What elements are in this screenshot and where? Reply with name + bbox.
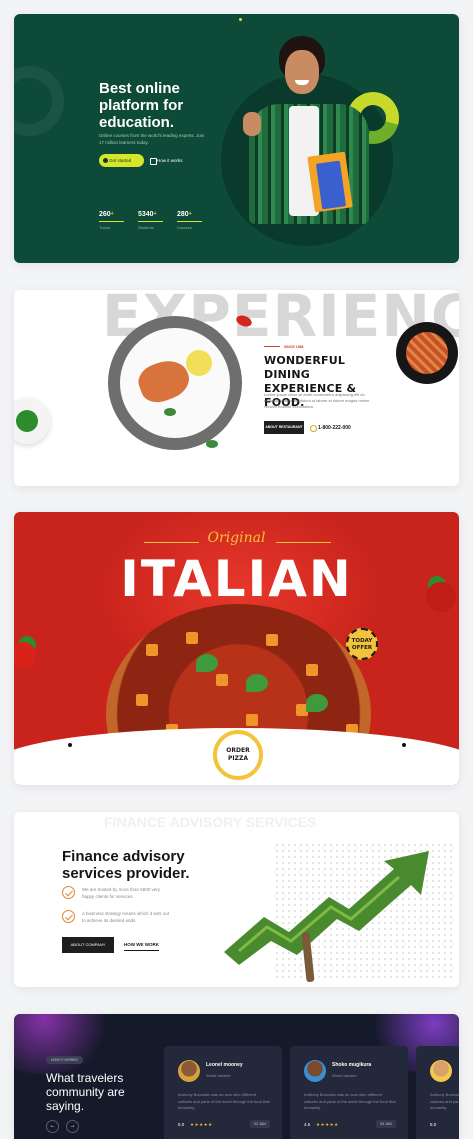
section-pill: HOW IT WORKS bbox=[46, 1056, 83, 1064]
slider-dot[interactable] bbox=[239, 18, 242, 21]
testimonial-card: Shoko mugikura World traveler Anthony Bo… bbox=[290, 1046, 408, 1139]
dining-description: Lorem ipsum dolor sit amet consectetur a… bbox=[264, 392, 370, 409]
finance-hero-card: FINANCE ADVISORY SERVICES Finance adviso… bbox=[14, 812, 459, 987]
check-circle-icon bbox=[62, 886, 75, 899]
next-arrow-button[interactable]: → bbox=[66, 1120, 79, 1133]
slider-dot[interactable] bbox=[402, 743, 406, 747]
education-hero-card: Best online platform for education. Onli… bbox=[14, 14, 459, 263]
get-started-button[interactable]: Get started bbox=[99, 154, 144, 167]
stat-courses-value: 280+ bbox=[177, 211, 192, 218]
student-photo bbox=[243, 36, 369, 246]
about-restaurant-button[interactable]: ABOUT RESTAURANT bbox=[264, 421, 304, 434]
star-rating-icon: ★★★★★ bbox=[190, 1122, 213, 1127]
herb-garnish bbox=[206, 440, 218, 448]
pasta-bowl-image bbox=[396, 322, 458, 384]
stat-tutors-label: Tutors bbox=[99, 225, 111, 230]
reviewer-role: World traveler bbox=[332, 1073, 357, 1078]
decorative-ring bbox=[14, 66, 64, 136]
tomato-image bbox=[426, 582, 456, 612]
reviewer-name: Leonel mooney bbox=[206, 1062, 243, 1068]
about-company-button[interactable]: ABOUT COMPANY bbox=[62, 937, 114, 953]
avatar bbox=[304, 1060, 326, 1082]
italian-headline: ITALIAN bbox=[120, 550, 353, 608]
dining-hero-card: EXPERIENCE SINCE 1988 WONDERFUL DINING E… bbox=[14, 290, 459, 486]
original-script-text: Original bbox=[207, 530, 266, 546]
review-quote: Anthony Bourdain was an icon who differe… bbox=[304, 1092, 396, 1110]
prev-arrow-button[interactable]: ← bbox=[46, 1120, 59, 1133]
phone-link[interactable]: 1-800-222-000 bbox=[310, 425, 351, 432]
slider-dot[interactable] bbox=[68, 743, 72, 747]
avatar bbox=[430, 1060, 452, 1082]
testimonial-card: Leonel mooney World traveler Anthony Bou… bbox=[164, 1046, 282, 1139]
today-offer-badge[interactable]: TODAY OFFER bbox=[346, 628, 378, 660]
stat-underline bbox=[138, 221, 163, 222]
avatar bbox=[178, 1060, 200, 1082]
herb-garnish bbox=[164, 408, 176, 416]
review-date: 03 JAN bbox=[376, 1120, 396, 1128]
how-we-work-link[interactable]: HOW WE WORK bbox=[124, 942, 159, 951]
education-subtext: Online courses from the world's leading … bbox=[99, 133, 205, 145]
star-rating-icon: ★★★★★ bbox=[316, 1122, 339, 1127]
testimonials-card: HOW IT WORKS What travelers community ar… bbox=[14, 1014, 459, 1139]
testimonial-card: Anthony Bourdain was an icon who differe… bbox=[416, 1046, 459, 1139]
testimonials-headline: What travelers community are saying. bbox=[46, 1071, 125, 1113]
stat-tutors-value: 260+ bbox=[99, 211, 114, 218]
rating-value: 5.0 bbox=[178, 1122, 185, 1127]
stat-underline bbox=[177, 221, 202, 222]
gradient-glow bbox=[14, 1014, 114, 1074]
stat-courses-label: Courses bbox=[177, 225, 192, 230]
tomato-image bbox=[14, 642, 36, 668]
how-it-works-button[interactable]: How it works bbox=[150, 154, 183, 167]
order-pizza-button[interactable]: ORDER PIZZA bbox=[213, 730, 263, 780]
reviewer-role: World traveler bbox=[206, 1073, 231, 1078]
check-circle-icon bbox=[62, 910, 75, 923]
since-tagline: SINCE 1988 bbox=[264, 345, 303, 349]
italian-pizza-card: Original ITALIAN TODAY OFFER ORDER PIZZA bbox=[14, 512, 459, 785]
review-quote: Anthony Bourdain was an icon who differe… bbox=[430, 1092, 459, 1110]
rating-value: 5.0 bbox=[430, 1122, 437, 1127]
reviewer-name: Shoko mugikura bbox=[332, 1062, 372, 1068]
finance-headline: Finance advisory services provider. bbox=[62, 848, 190, 882]
growth-arrow-tree-image bbox=[224, 851, 429, 965]
stat-students-value: 5340+ bbox=[138, 211, 157, 218]
stat-underline bbox=[99, 221, 124, 222]
finance-point: We are trusted by more than 5000 very ha… bbox=[62, 886, 172, 900]
education-headline: Best online platform for education. bbox=[99, 80, 184, 131]
ghost-background-text: FINANCE ADVISORY SERVICES bbox=[104, 814, 317, 828]
rating-value: 4.5 bbox=[304, 1122, 311, 1127]
review-date: 02 JAN bbox=[250, 1120, 270, 1128]
lemon-slice-image bbox=[186, 350, 212, 376]
stat-students-label: Students bbox=[138, 225, 154, 230]
herb-bowl-image bbox=[14, 398, 50, 444]
finance-point: A business strategy means which it sets … bbox=[62, 910, 172, 924]
review-quote: Anthony Bourdain was an icon who differe… bbox=[178, 1092, 270, 1110]
